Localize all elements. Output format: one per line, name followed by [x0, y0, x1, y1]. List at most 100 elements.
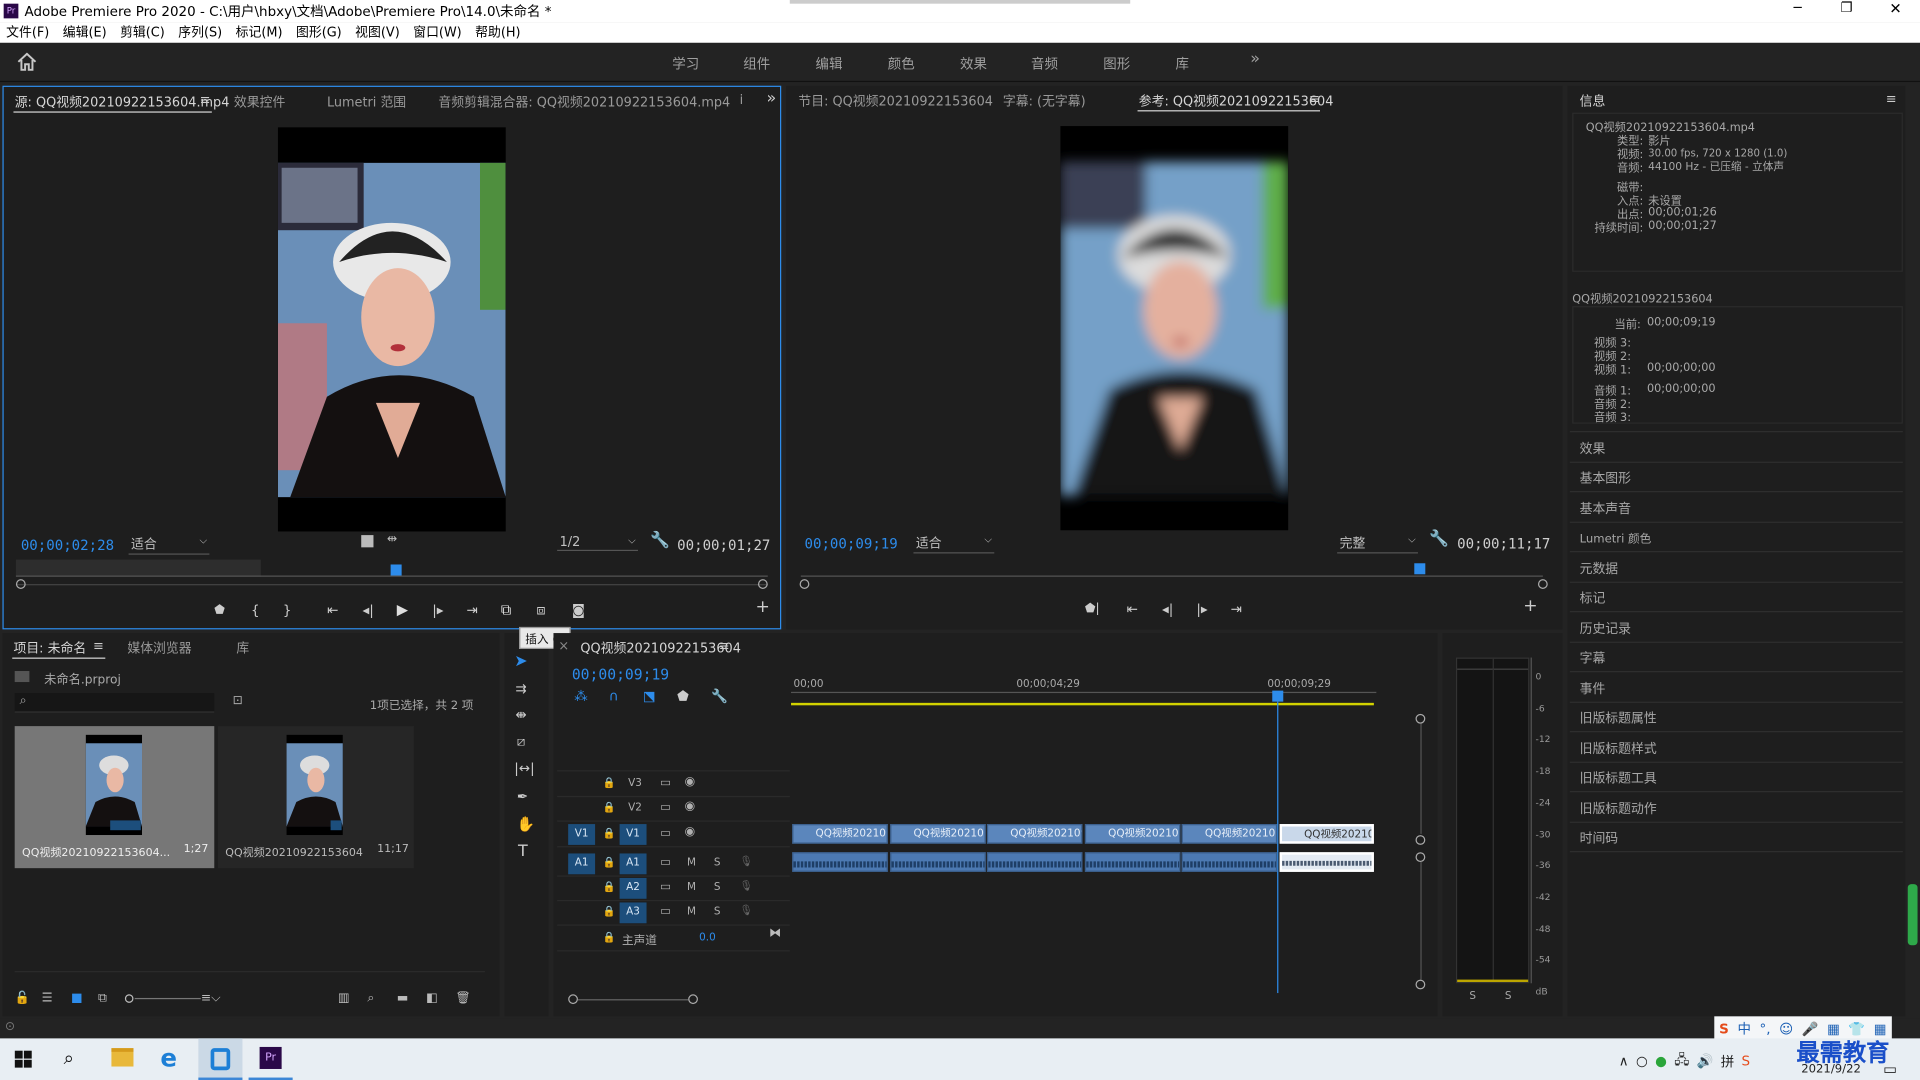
pen-tool-icon[interactable]: ✒ [517, 789, 528, 805]
taskbar-date[interactable]: 2021/9/22 [1801, 1063, 1861, 1076]
timeline-vscroll-video[interactable] [1420, 723, 1422, 834]
program-quality-dropdown[interactable]: 完整 ⌵ [1337, 534, 1418, 554]
track-a1-source-patch[interactable]: A1 [568, 853, 596, 875]
ime-punct-icon[interactable]: °, [1760, 1021, 1771, 1037]
v1-clip-1[interactable]: QQ视频20210 [792, 824, 888, 844]
nest-icon[interactable]: ⁂ [574, 688, 608, 704]
program-zoom-handle-right[interactable] [1537, 579, 1548, 589]
workspace-graphics[interactable]: 图形 [1103, 54, 1130, 74]
track-v3-sync-icon[interactable]: ▭ [660, 776, 671, 789]
workspace-audio[interactable]: 音频 [1031, 54, 1058, 74]
source-resolution-dropdown[interactable]: 1/2 ⌵ [557, 535, 638, 552]
menu-markers[interactable]: 标记(M) [236, 23, 283, 41]
a1-clip-2[interactable] [890, 852, 986, 872]
workspace-learning[interactable]: 学习 [672, 54, 699, 74]
tray-bubble-icon[interactable]: ○ [1636, 1053, 1648, 1069]
menu-edit[interactable]: 编辑(E) [63, 23, 107, 41]
timeline-vscroll-audio[interactable] [1420, 862, 1422, 980]
v1-clip-6-selected[interactable]: QQ视频20210 [1279, 824, 1374, 844]
track-a2-target[interactable]: A2 [619, 877, 647, 899]
tab-effect-controls[interactable]: 效果控件 [234, 93, 285, 111]
program-zoom-handle-left[interactable] [799, 579, 810, 589]
taskbar-premiere[interactable]: Pr [248, 1038, 293, 1080]
project-item-selected[interactable]: QQ视频20210922153604... 1;27 [14, 726, 215, 869]
timeline-tab-menu-icon[interactable]: ≡ [719, 639, 730, 654]
meter-solo-left[interactable]: S [1469, 991, 1476, 1003]
track-a3-lock-icon[interactable]: 🔒 [602, 906, 615, 918]
tab-libraries[interactable]: 库 [236, 639, 249, 657]
play-icon[interactable]: ▶ [397, 601, 433, 618]
go-to-out-icon[interactable]: ⇥ [467, 602, 501, 618]
icon-view-icon[interactable]: ■ [71, 991, 98, 1004]
work-area-bar[interactable] [791, 702, 1374, 706]
list-view-icon[interactable]: ☰ [42, 991, 71, 1004]
sort-icon[interactable]: ≡⌵ [201, 991, 238, 1004]
panel-essential-graphics[interactable]: 基本图形 [1580, 469, 1631, 487]
drag-video-icon[interactable]: ⇹ [387, 533, 397, 546]
new-bin-from-search-icon[interactable]: ⊡ [233, 694, 243, 707]
timeline-hscroll-thumb[interactable] [577, 999, 689, 1001]
source-tab-menu-icon[interactable]: ≡ [200, 93, 211, 108]
go-to-in-program-icon[interactable]: ⇤ [1127, 601, 1163, 617]
timeline-marker-icon[interactable]: ⬟ [677, 688, 711, 704]
find-icon[interactable]: ⌕ [367, 991, 396, 1004]
track-a2-mute[interactable]: M [687, 882, 696, 894]
timeline-ruler[interactable] [791, 691, 1377, 702]
program-settings-wrench-icon[interactable]: 🔧 [1429, 530, 1449, 548]
timeline-vscroll-top-handle[interactable] [1415, 713, 1426, 724]
track-a2-mic-icon[interactable]: 🎙 [740, 880, 753, 892]
master-lock-icon[interactable]: 🔒 [602, 932, 615, 944]
panel-legacy-title-styles[interactable]: 旧版标题样式 [1580, 740, 1657, 758]
close-button[interactable]: ✕ [1871, 0, 1920, 22]
track-a2-lock-icon[interactable]: 🔒 [602, 882, 615, 894]
sogou-ime-icon[interactable]: S [1719, 1021, 1729, 1037]
a1-clip-4[interactable] [1084, 852, 1181, 872]
track-v2-eye-icon[interactable]: ◉ [684, 800, 695, 813]
panel-legacy-title-tools[interactable]: 旧版标题工具 [1580, 769, 1657, 787]
source-zoom-bar[interactable] [15, 584, 768, 586]
info-menu-icon[interactable]: ≡ [1886, 92, 1897, 107]
program-fit-dropdown[interactable]: 适合 ⌵ [913, 534, 995, 554]
workspace-libraries[interactable]: 库 [1176, 54, 1189, 74]
track-a3-sync-icon[interactable]: ▭ [660, 905, 671, 918]
hand-tool-icon[interactable]: ✋ [517, 816, 535, 833]
tab-program[interactable]: 节目: QQ视频20210922153604 [798, 92, 993, 110]
tab-project[interactable]: 项目: 未命名 [13, 639, 86, 657]
file-explorer-icon[interactable] [111, 1048, 134, 1067]
workspace-effects[interactable]: 效果 [960, 54, 987, 74]
tab-timeline-sequence[interactable]: QQ视频20210922153604 [580, 639, 740, 657]
linked-selection-icon[interactable]: ⬔ [643, 688, 677, 704]
panel-events[interactable]: 事件 [1580, 680, 1606, 698]
snap-icon[interactable]: ∩ [609, 688, 643, 704]
panel-captions[interactable]: 字幕 [1580, 649, 1606, 667]
panel-markers[interactable]: 标记 [1580, 589, 1606, 607]
track-v2-sync-icon[interactable]: ▭ [660, 801, 671, 814]
panel-legacy-title-actions[interactable]: 旧版标题动作 [1580, 800, 1657, 818]
mark-in-icon[interactable]: { [251, 602, 283, 618]
tab-captions[interactable]: 字幕: (无字幕) [1003, 92, 1086, 110]
reference-tab-menu-icon[interactable]: ≡ [1309, 92, 1320, 107]
step-forward-program-icon[interactable]: |▸ [1196, 601, 1230, 617]
timeline-hscroll-right-handle[interactable] [688, 994, 698, 1005]
project-tab-menu-icon[interactable]: ≡ [93, 639, 104, 654]
ime-emoji-icon[interactable]: ☺ [1779, 1021, 1793, 1037]
ripple-edit-tool-icon[interactable]: ⇼ [516, 707, 527, 723]
tray-ime-icon[interactable]: 拼 [1721, 1051, 1734, 1071]
maximize-button[interactable]: ❐ [1822, 0, 1871, 22]
freeform-view-icon[interactable]: ⧉ [98, 991, 125, 1004]
track-v1-sync-icon[interactable]: ▭ [660, 827, 671, 840]
program-add-button-icon[interactable]: + [1523, 596, 1537, 616]
track-a1-mute[interactable]: M [687, 857, 696, 869]
panel-history[interactable]: 历史记录 [1580, 620, 1631, 638]
panel-timecode[interactable]: 时间码 [1580, 829, 1619, 847]
track-a3-mic-icon[interactable]: 🎙 [740, 905, 753, 917]
lock-icon[interactable]: 🔓 [15, 991, 42, 1004]
track-v1-target[interactable]: V1 [619, 824, 647, 845]
home-icon[interactable] [17, 52, 37, 71]
timeline-vscroll-audio-handle[interactable] [1415, 852, 1426, 863]
tab-audio-clip-mixer[interactable]: 音频剪辑混合器: QQ视频20210922153604.mp4 [438, 93, 730, 111]
insert-icon[interactable]: ⧉ [501, 601, 537, 619]
workspace-assembly[interactable]: 组件 [743, 54, 770, 74]
timeline-close-icon[interactable]: × [558, 639, 569, 654]
master-volume-value[interactable]: 0.0 [699, 932, 716, 944]
